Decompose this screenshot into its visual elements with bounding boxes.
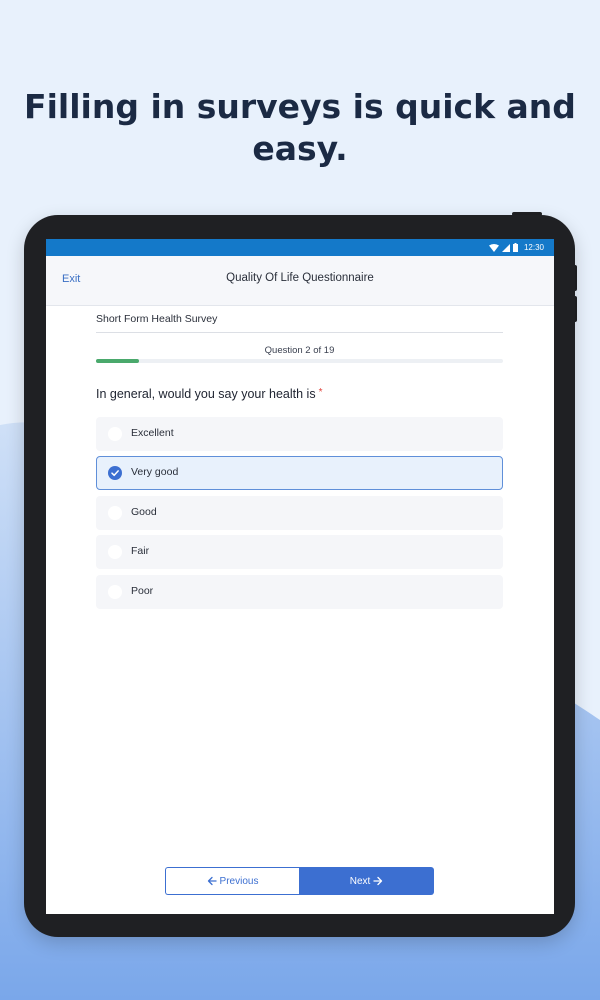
required-marker: * — [318, 387, 323, 398]
radio-unchecked-icon — [108, 506, 122, 520]
previous-label: Previous — [219, 875, 259, 887]
app-bar: Exit Quality Of Life Questionnaire — [46, 256, 554, 306]
progress-fill — [96, 359, 139, 363]
check-icon — [111, 470, 119, 477]
app-title: Quality Of Life Questionnaire — [226, 272, 374, 284]
option-label: Good — [131, 506, 157, 518]
radio-checked-icon — [108, 466, 122, 480]
radio-unchecked-icon — [108, 545, 122, 559]
divider — [96, 332, 503, 333]
headline-line-1: Filling in surveys is quick and — [24, 87, 576, 126]
option-label: Fair — [131, 545, 150, 557]
survey-title: Short Form Health Survey — [96, 313, 218, 325]
progress-bar — [96, 359, 503, 363]
option-excellent[interactable]: Excellent — [96, 417, 503, 451]
headline-line-2: easy. — [252, 129, 348, 168]
next-button[interactable]: Next — [299, 867, 434, 895]
option-poor[interactable]: Poor — [96, 575, 503, 609]
headline: Filling in surveys is quick and easy. — [0, 86, 600, 170]
option-very-good[interactable]: Very good — [96, 456, 503, 490]
progress-label: Question 2 of 19 — [264, 345, 335, 356]
option-label: Very good — [131, 466, 179, 478]
option-good[interactable]: Good — [96, 496, 503, 530]
arrow-left-icon — [207, 876, 217, 886]
status-time: 12:30 — [523, 243, 544, 252]
question-label: In general, would you say your health is — [96, 387, 316, 401]
option-label: Excellent — [131, 427, 174, 439]
navigation-buttons: Previous Next — [165, 867, 434, 895]
previous-button[interactable]: Previous — [165, 867, 299, 895]
arrow-right-icon — [373, 876, 383, 886]
status-bar: 12:30 — [46, 239, 554, 256]
signal-icon — [501, 243, 510, 252]
next-label: Next — [349, 875, 371, 887]
wifi-icon — [488, 243, 499, 252]
app-screen: 12:30 Exit Quality Of Life Questionnaire… — [46, 239, 554, 914]
option-fair[interactable]: Fair — [96, 535, 503, 569]
radio-unchecked-icon — [108, 427, 122, 441]
question-text: In general, would you say your health is… — [96, 387, 322, 401]
option-label: Poor — [131, 585, 154, 597]
battery-icon — [512, 243, 518, 252]
radio-unchecked-icon — [108, 585, 122, 599]
